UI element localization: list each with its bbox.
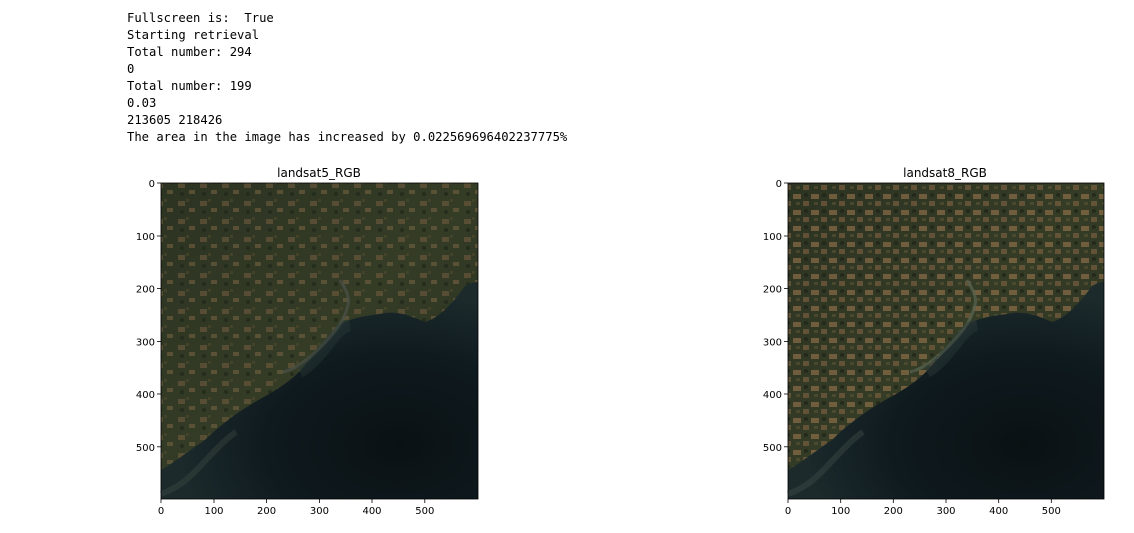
- y-tick-label: 200: [763, 285, 782, 296]
- y-tick-label: 500: [763, 443, 782, 454]
- x-tick-label: 400: [362, 506, 381, 517]
- y-tick-label: 0: [776, 179, 782, 190]
- x-tick-label: 400: [989, 506, 1008, 517]
- y-tick-label: 500: [136, 443, 155, 454]
- y-tick-label: 0: [149, 179, 155, 190]
- y-tick-label: 300: [136, 337, 155, 348]
- satellite-image-landsat8: [786, 182, 1105, 500]
- y-tick-labels: 0 100 200 300 400 500: [763, 179, 782, 454]
- y-tick-label: 100: [136, 232, 155, 243]
- y-tick-label: 100: [763, 232, 782, 243]
- x-axis: [787, 499, 1052, 503]
- plot-title: landsat5_RGB: [277, 166, 361, 180]
- x-axis: [160, 499, 426, 503]
- x-tick-label: 0: [785, 506, 791, 517]
- plot-title: landsat8_RGB: [903, 166, 987, 180]
- y-tick-labels: 0 100 200 300 400 500: [136, 179, 155, 454]
- x-tick-label: 200: [884, 506, 903, 517]
- y-tick-label: 400: [763, 390, 782, 401]
- x-tick-labels: 0 100 200 300 400 500: [785, 506, 1061, 517]
- subplot-landsat5: landsat5_RGB 0 100 200 300 400 500 0 100…: [136, 166, 479, 517]
- satellite-image-landsat5: [159, 182, 479, 500]
- matplotlib-figure: landsat5_RGB 0 100 200 300 400 500 0 100…: [136, 166, 1105, 517]
- x-tick-label: 300: [936, 506, 955, 517]
- x-tick-label: 0: [158, 506, 164, 517]
- x-tick-label: 100: [204, 506, 223, 517]
- y-axis: [157, 182, 161, 448]
- x-tick-label: 500: [1042, 506, 1061, 517]
- subplot-landsat8: landsat8_RGB 0 100 200 300 400 500 0 100…: [763, 166, 1105, 517]
- x-tick-label: 100: [831, 506, 850, 517]
- x-tick-label: 200: [257, 506, 276, 517]
- y-tick-label: 200: [136, 285, 155, 296]
- y-axis: [784, 182, 788, 448]
- x-tick-labels: 0 100 200 300 400 500: [158, 506, 435, 517]
- x-tick-label: 300: [310, 506, 329, 517]
- y-tick-label: 400: [136, 390, 155, 401]
- x-tick-label: 500: [415, 506, 434, 517]
- y-tick-label: 300: [763, 337, 782, 348]
